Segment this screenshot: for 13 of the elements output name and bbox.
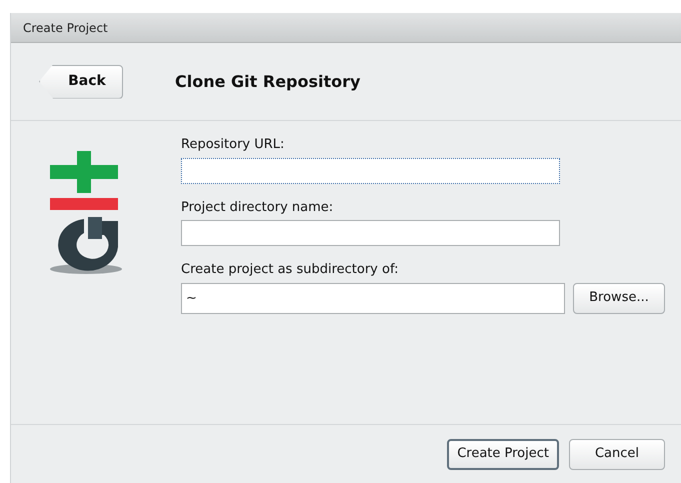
dialog-button[interactable]: Cancel <box>569 438 665 470</box>
field-label: Repository URL: <box>181 136 286 154</box>
field-label: Create project as subdirectory of: <box>181 261 400 279</box>
input-field[interactable] <box>181 220 560 246</box>
input-field[interactable]: ~ <box>181 282 565 314</box>
browse-button[interactable]: Browse... <box>573 282 665 314</box>
input-field[interactable] <box>181 158 560 184</box>
dialog-heading: Clone Git Repository <box>175 70 360 92</box>
git-logo-icon <box>48 151 124 275</box>
window-title: Create Project <box>23 20 108 36</box>
field-label: Project directory name: <box>181 198 334 216</box>
back-button[interactable]: Back <box>39 64 123 98</box>
dialog-button[interactable]: Create Project <box>447 438 559 470</box>
